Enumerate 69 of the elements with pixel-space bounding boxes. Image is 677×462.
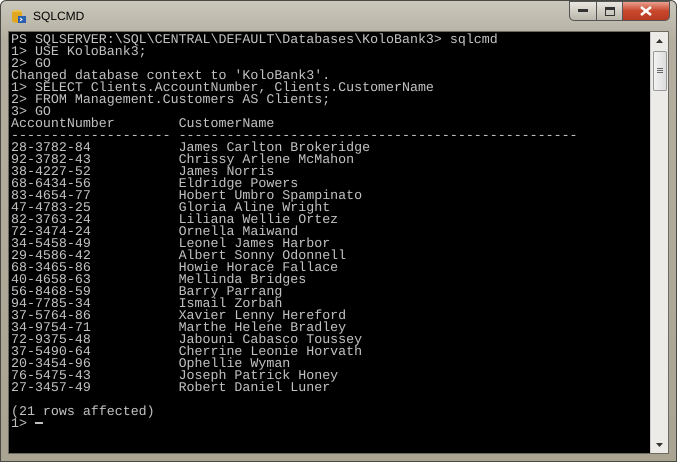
customer-name-cell-text: Eldridge Powers bbox=[178, 178, 298, 190]
account-number-cell-text: 37-5764-86 bbox=[11, 310, 92, 322]
account-number-cell-text: 28-3782-84 bbox=[11, 142, 92, 154]
console-line: 3> GO bbox=[11, 106, 51, 118]
console-line: 1> SELECT Clients.AccountNumber, Clients.CustomerName bbox=[11, 82, 435, 94]
column-underline: -------------------------------------------------- bbox=[178, 130, 579, 142]
customer-name-cell-text: Leonel James Harbor bbox=[178, 238, 330, 250]
window-title: SQLCMD bbox=[33, 9, 86, 23]
close-icon bbox=[640, 6, 652, 16]
account-number-cell-text: 68-6434-56 bbox=[11, 178, 92, 190]
customer-name-cell-text: Hobert Umbro Spampinato bbox=[178, 190, 364, 202]
vertical-scrollbar[interactable] bbox=[650, 32, 668, 453]
account-number-cell-text: 40-4658-63 bbox=[11, 274, 92, 286]
scroll-thumb[interactable] bbox=[652, 51, 666, 91]
minimize-button[interactable] bbox=[569, 1, 596, 21]
customer-name-cell-text: Howie Horace Fallace bbox=[178, 262, 340, 274]
account-number-cell-text: 29-4586-42 bbox=[11, 250, 92, 262]
text-cursor bbox=[34, 422, 43, 424]
account-number-cell-text: 38-4227-52 bbox=[11, 166, 92, 178]
scroll-up-icon[interactable] bbox=[656, 38, 663, 42]
column-header: AccountNumber bbox=[11, 118, 116, 130]
customer-name-cell-text: Cherrine Leonie Horvath bbox=[178, 346, 364, 358]
account-number-cell-text: 20-3454-96 bbox=[11, 358, 92, 370]
scroll-down-icon[interactable] bbox=[656, 442, 663, 446]
customer-name-cell-text: Gloria Aline Wright bbox=[178, 202, 330, 214]
account-number-cell-text: 72-3474-24 bbox=[11, 226, 92, 238]
prompt: 1> bbox=[11, 416, 27, 431]
console-line: 2> GO bbox=[11, 58, 51, 70]
account-number-cell-text: 37-5490-64 bbox=[11, 346, 92, 358]
close-button[interactable] bbox=[623, 1, 670, 21]
customer-name-cell-text: Chrissy Arlene McMahon bbox=[178, 154, 354, 166]
customer-name-cell-text: Barry Parrang bbox=[178, 286, 282, 298]
grip-icon bbox=[656, 68, 662, 74]
column-header: CustomerName bbox=[178, 118, 276, 130]
account-number-cell-text: 34-5458-49 bbox=[11, 238, 92, 250]
maximize-button[interactable] bbox=[596, 1, 623, 21]
account-number-cell-text: 47-4783-25 bbox=[11, 202, 92, 214]
console-line: PS SQLSERVER:\SQL\CENTRAL\DEFAULT\Databases\KoloBank3> sqlcmd bbox=[11, 34, 499, 46]
console-line: Changed database context to 'KoloBank3'. bbox=[11, 70, 330, 82]
account-number-cell-text: 27-3457-49 bbox=[11, 382, 92, 394]
customer-name-cell-text: James Carlton Brokeridge bbox=[178, 142, 372, 154]
account-number-cell-text: 83-4654-77 bbox=[11, 190, 92, 202]
customer-name-cell-text: Liliana Wellie Ortez bbox=[178, 214, 340, 226]
customer-name-cell-text: Ophellie Wyman bbox=[178, 358, 292, 370]
customer-name-cell-text: Xavier Lenny Hereford bbox=[178, 310, 348, 322]
account-number-cell-text: 34-9754-71 bbox=[11, 322, 92, 334]
account-number-cell-text: 94-7785-34 bbox=[11, 298, 92, 310]
rows-affected-message: (21 rows affected) bbox=[11, 406, 156, 418]
account-number-cell-text: 76-5475-43 bbox=[11, 370, 92, 382]
account-number-cell-text: 72-9375-48 bbox=[11, 334, 92, 346]
customer-name-cell-text: Joseph Patrick Honey bbox=[178, 370, 340, 382]
customer-name-cell-text: James Norris bbox=[178, 166, 274, 178]
console-line: 1> USE KoloBank3; bbox=[11, 46, 147, 58]
customer-name-cell-text: Albert Sonny Odonnell bbox=[178, 250, 348, 262]
account-number-cell-text: 56-8468-59 bbox=[11, 286, 92, 298]
customer-name-cell-text: Ismail Zorbah bbox=[178, 298, 283, 310]
customer-name-cell-text: Mellinda Bridges bbox=[178, 274, 308, 286]
minimize-icon bbox=[578, 9, 588, 13]
account-number-cell-text: 82-3763-24 bbox=[11, 214, 92, 226]
customer-name-cell-text: Marthe Helene Bradley bbox=[178, 322, 346, 334]
customer-name-cell-text: Robert Daniel Luner bbox=[178, 382, 330, 394]
customer-name-cell-text: Jabouni Cabasco Toussey bbox=[178, 334, 364, 346]
customer-name-cell-text: Ornella Maiwand bbox=[178, 226, 298, 238]
account-number-cell-text: 92-3782-43 bbox=[11, 154, 92, 166]
column-underline: -------------------- bbox=[11, 130, 172, 142]
database-icon bbox=[11, 8, 27, 24]
maximize-icon bbox=[604, 6, 614, 16]
console-line: 2> FROM Management.Customers AS Clients; bbox=[11, 94, 332, 106]
account-number-cell-text: 68-3465-86 bbox=[11, 262, 92, 274]
